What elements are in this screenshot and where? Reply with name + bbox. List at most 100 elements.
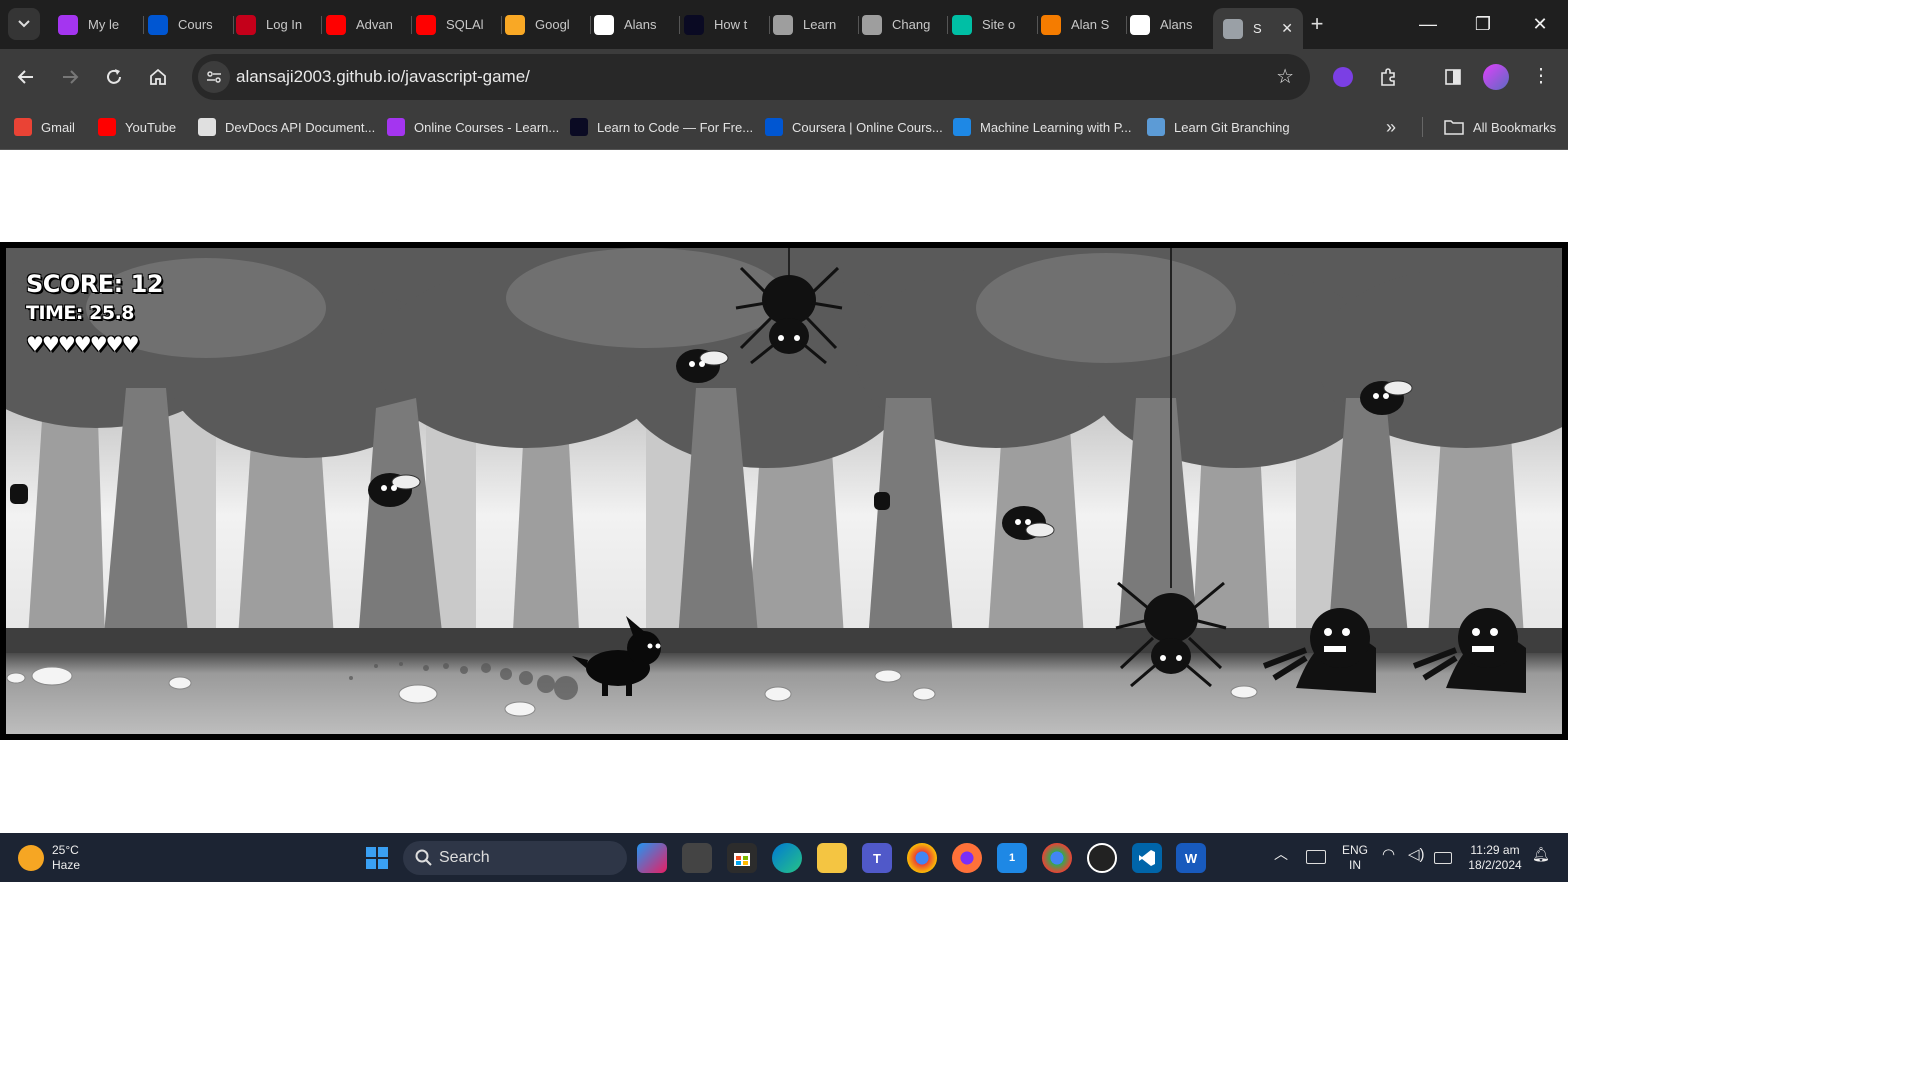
microsoft-store-icon[interactable] <box>727 843 757 873</box>
all-bookmarks-label: All Bookmarks <box>1473 119 1557 135</box>
score-display: SCORE: 12 <box>26 270 164 298</box>
tab-title: How t <box>714 17 748 32</box>
browser-tab[interactable]: Googl <box>497 8 591 41</box>
extension-vpn-button[interactable] <box>1329 63 1357 91</box>
bookmark-item[interactable]: Gmail <box>14 116 75 138</box>
browser-tab[interactable]: Alans <box>586 8 680 41</box>
edge-icon[interactable] <box>772 843 802 873</box>
search-placeholder: Search <box>439 849 490 866</box>
word-icon[interactable]: W <box>1176 843 1206 873</box>
udemy-icon <box>387 118 405 136</box>
notification-bell-icon[interactable]: 🔔︎ <box>1532 847 1550 862</box>
vscode-logo-icon <box>1139 850 1155 866</box>
site-info-button[interactable] <box>198 61 230 93</box>
bookmark-item[interactable]: Learn to Code — For Fre... <box>570 116 753 138</box>
home-button[interactable] <box>144 63 172 91</box>
todo-icon[interactable]: 1 <box>997 843 1027 873</box>
profile-button[interactable] <box>1482 63 1510 91</box>
battery-icon[interactable] <box>1434 852 1452 864</box>
snipping-tool-icon[interactable] <box>682 843 712 873</box>
new-tab-button[interactable]: + <box>1304 12 1330 38</box>
as-icon <box>1041 14 1061 35</box>
wifi-icon[interactable]: ◠ <box>1382 847 1395 862</box>
reload-button[interactable] <box>100 63 128 91</box>
copilot-icon[interactable] <box>637 843 667 873</box>
tab-strip: My le Cours Log In Advan SQLAl Googl Alans How … <box>0 0 1568 49</box>
freecodecamp-icon <box>570 118 588 136</box>
keyboard-icon[interactable] <box>1306 850 1326 864</box>
zombie-enemy <box>1262 608 1376 693</box>
tab-title: Alans <box>624 17 657 32</box>
restore-button[interactable]: ❐ <box>1468 10 1498 38</box>
tray-overflow-icon[interactable]: ︿ <box>1274 847 1288 862</box>
start-button[interactable] <box>362 843 392 873</box>
menu-button[interactable]: ⋮ <box>1527 63 1555 91</box>
browser-tab[interactable]: How t <box>676 8 770 41</box>
chrome-icon[interactable] <box>1042 843 1072 873</box>
weather-widget[interactable]: 25°C Haze <box>18 843 80 873</box>
chrome-canary-icon[interactable] <box>907 843 937 873</box>
tab-title: Learn <box>803 17 837 32</box>
clock-time: 11:29 am <box>1470 843 1520 857</box>
volume-icon[interactable]: ◁) <box>1408 847 1425 862</box>
more-bookmarks-button[interactable]: » <box>1386 116 1396 138</box>
browser-tab[interactable]: Advan <box>318 8 412 41</box>
browser-tab[interactable]: Learn <box>765 8 859 41</box>
language-line1: ENG <box>1341 843 1368 857</box>
all-bookmarks-button[interactable]: All Bookmarks <box>1444 116 1556 138</box>
player-dog <box>572 616 661 696</box>
browser-tab[interactable]: Alan S <box>1033 8 1127 41</box>
tune-icon <box>207 71 221 83</box>
youtube-icon <box>416 14 436 35</box>
game-frame: SCORE: 12 TIME: 25.8 ♥♥♥♥♥♥♥ <box>0 242 1568 740</box>
browser-tab[interactable]: SQLAl <box>408 8 502 41</box>
vscode-icon[interactable] <box>1132 843 1162 873</box>
fly-enemy <box>676 349 729 383</box>
tab-title: Log In <box>266 17 303 32</box>
clock[interactable]: 11:29 am 18/2/2024 <box>1462 843 1528 873</box>
teams-icon[interactable]: T <box>862 843 892 873</box>
browser-tab[interactable]: S ✕ <box>1213 8 1303 49</box>
taskbar-search[interactable]: Search <box>403 841 627 875</box>
address-bar[interactable]: alansaji2003.github.io/javascript-game/ … <box>192 54 1310 100</box>
browser-tab[interactable]: Alans <box>1122 8 1216 41</box>
language-indicator[interactable]: ENG IN <box>1338 843 1372 873</box>
bookmark-item[interactable]: DevDocs API Document... <box>198 116 375 138</box>
browser-tab[interactable]: Log In <box>228 8 322 41</box>
back-button[interactable] <box>12 63 40 91</box>
file-explorer-icon[interactable] <box>817 843 847 873</box>
folder-icon <box>1444 120 1464 135</box>
github-icon <box>594 14 614 35</box>
sprites-layer <box>10 248 1526 700</box>
browser-tab[interactable]: Chang <box>854 8 948 41</box>
devdocs-icon <box>198 118 216 136</box>
bookmark-label: Learn to Code — For Fre... <box>597 119 754 135</box>
bookmark-item[interactable]: Online Courses - Learn... <box>387 116 559 138</box>
url-text[interactable]: alansaji2003.github.io/javascript-game/ <box>236 67 530 87</box>
bookmark-label: Machine Learning with P... <box>980 119 1132 135</box>
bookmark-item[interactable]: Coursera | Online Cours... <box>765 116 943 138</box>
game-canvas[interactable]: SCORE: 12 TIME: 25.8 ♥♥♥♥♥♥♥ <box>6 248 1562 734</box>
time-display: TIME: 25.8 <box>26 302 135 324</box>
bookmark-star-icon[interactable]: ☆ <box>1276 64 1294 89</box>
close-window-button[interactable]: ✕ <box>1525 10 1555 38</box>
bookmark-item[interactable]: Learn Git Branching <box>1147 116 1290 138</box>
bookmark-label: DevDocs API Document... <box>225 119 376 135</box>
browser-tab[interactable]: Cours <box>140 8 234 41</box>
browser-tab[interactable]: My le <box>50 8 144 41</box>
weather-temp: 25°C <box>52 843 79 857</box>
side-panel-button[interactable] <box>1439 63 1467 91</box>
browser-tab[interactable]: Site o <box>944 8 1038 41</box>
extensions-button[interactable] <box>1374 63 1402 91</box>
tab-search-button[interactable] <box>8 8 40 40</box>
tab-title: Alans <box>1160 17 1193 32</box>
tab-title: Advan <box>356 17 393 32</box>
bookmark-item[interactable]: YouTube <box>98 116 176 138</box>
minimize-button[interactable]: — <box>1413 10 1443 38</box>
browser-toolbar: alansaji2003.github.io/javascript-game/ … <box>0 49 1568 105</box>
close-tab-icon[interactable]: ✕ <box>1281 20 1293 37</box>
forward-button[interactable] <box>56 63 84 91</box>
bookmark-item[interactable]: Machine Learning with P... <box>953 116 1132 138</box>
firefox-icon[interactable] <box>952 843 982 873</box>
mongodb-compass-icon[interactable] <box>1087 843 1117 873</box>
